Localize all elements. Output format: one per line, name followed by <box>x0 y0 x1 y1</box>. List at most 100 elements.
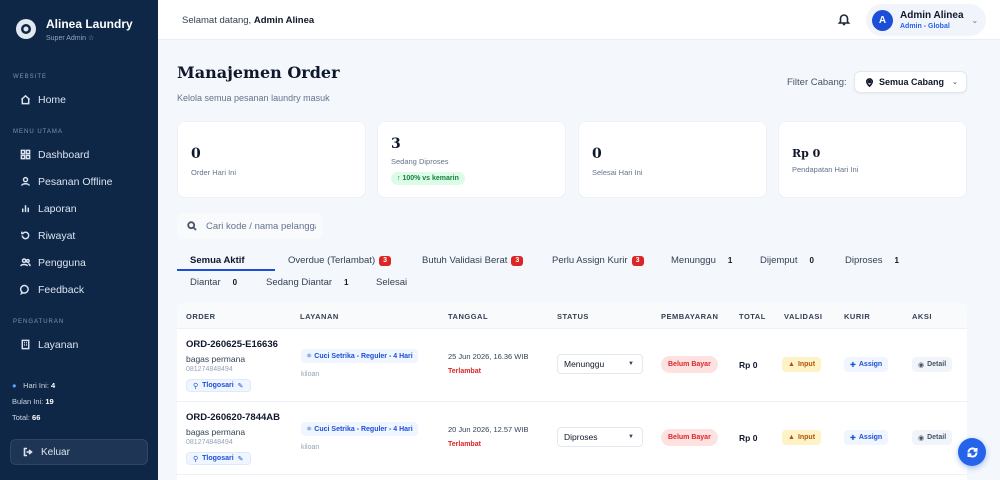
eye-icon: ◉ <box>918 361 925 369</box>
column-header: TANGGAL <box>448 312 489 321</box>
stat-total: Total: 66 <box>12 413 41 423</box>
tab-butuh-validasi-berat[interactable]: Butuh Validasi Berat 3 <box>422 255 524 266</box>
topbar: Selamat datang, Admin Alinea A Admin Ali… <box>158 0 1000 40</box>
bell-icon[interactable] <box>837 12 851 26</box>
sidebar-item-pengguna[interactable]: Pengguna <box>0 249 158 276</box>
order-code[interactable]: ORD-260620-7844AB <box>186 412 280 423</box>
tab-diproses[interactable]: Diproses 1 <box>845 255 899 266</box>
chevron-down-icon: ⌄ <box>952 79 958 86</box>
chevron-down-icon: ▼ <box>628 361 634 367</box>
user-menu[interactable]: A Admin Alinea Admin - Global ⌄ <box>866 4 986 36</box>
branch-tag[interactable]: ⚲ Tlogosari ✎ <box>186 379 251 392</box>
tab-count: 0 <box>809 256 814 265</box>
pencil-icon: ✎ <box>237 455 244 463</box>
column-header: PEMBAYARAN <box>661 312 719 321</box>
tab-perlu-assign-kurir[interactable]: Perlu Assign Kurir 3 <box>552 255 644 266</box>
user-plus-icon: ✚ <box>850 361 856 369</box>
sidebar-item-riwayat[interactable]: Riwayat <box>0 222 158 249</box>
tab-semua-aktif[interactable]: Semua Aktif <box>190 255 245 266</box>
tab-diantar[interactable]: Diantar 0 <box>190 277 237 288</box>
validation-input-button[interactable]: ▲ Input <box>782 357 822 372</box>
detail-button[interactable]: ◉ Detail <box>912 357 953 372</box>
order-code[interactable]: ORD-260625-E16636 <box>186 339 278 350</box>
service-type: kiloan <box>301 371 320 378</box>
sidebar-item-pesanan-offline[interactable]: Pesanan Offline <box>0 168 158 195</box>
stat-value: 3 <box>391 136 401 152</box>
warning-icon: ▲ <box>788 361 795 368</box>
customer-phone: 081274848494 <box>186 366 233 373</box>
column-header: VALIDASI <box>784 312 823 321</box>
sidebar: Alinea Laundry Super Admin ☆ WEBSITE Hom… <box>0 0 158 480</box>
location-pin-icon: ⚲ <box>193 382 199 390</box>
payment-badge: Belum Bayar <box>661 356 718 373</box>
sidebar-item-feedback[interactable]: Feedback <box>0 276 158 303</box>
page-subtitle: Kelola semua pesanan laundry masuk <box>177 93 330 103</box>
payment-badge: Belum Bayar <box>661 429 718 446</box>
chat-icon <box>19 284 31 296</box>
stat-value: 0 <box>191 146 201 162</box>
column-header: LAYANAN <box>300 312 339 321</box>
brand-subtitle: Super Admin ☆ <box>46 34 95 42</box>
refresh-icon <box>966 446 978 458</box>
service-tag: ⚛ Cuci Setrika - Reguler - 4 Hari <box>301 422 418 436</box>
column-header: AKSI <box>912 312 932 321</box>
section-label-website: WEBSITE <box>13 74 48 80</box>
users-icon: ● <box>12 381 17 391</box>
branch-tag[interactable]: ⚲ Tlogosari ✎ <box>186 452 251 465</box>
brand[interactable]: Alinea Laundry Super Admin ☆ <box>0 0 158 44</box>
status-select[interactable]: Diproses ▼ <box>557 427 643 447</box>
sidebar-item-laporan[interactable]: Laporan <box>0 195 158 222</box>
status-select[interactable]: Menunggu ▼ <box>557 354 643 374</box>
branch-filter-dropdown[interactable]: Semua Cabang ⌄ <box>854 71 967 93</box>
sidebar-item-label: Pesanan Offline <box>38 175 113 188</box>
order-date: 20 Jun 2026, 12.57 WIB <box>448 425 529 434</box>
stat-card-revenue-today: Rp 0 Pendapatan Hari Ini <box>778 121 967 198</box>
sidebar-item-label: Riwayat <box>38 229 76 242</box>
building-icon <box>19 339 31 351</box>
page-title: Manajemen Order <box>177 63 340 82</box>
order-total: Rp 0 <box>739 360 758 370</box>
search-input[interactable] <box>206 220 316 232</box>
avatar: A <box>872 9 893 31</box>
active-tab-indicator <box>177 269 275 271</box>
tab-count: 0 <box>232 278 238 287</box>
stat-label: Sedang Diproses <box>391 157 449 166</box>
tab-overdue[interactable]: Overdue (Terlambat) 3 <box>288 255 392 266</box>
customer-phone: 081274848494 <box>186 439 233 446</box>
validation-input-button[interactable]: ▲ Input <box>782 430 822 445</box>
tab-dijemput[interactable]: Dijemput 0 <box>760 255 814 266</box>
stat-value: Rp 0 <box>792 147 821 160</box>
tab-sedang-diantar[interactable]: Sedang Diantar 1 <box>266 277 348 288</box>
service-type: kiloan <box>301 444 320 451</box>
home-icon <box>19 94 31 106</box>
assign-courier-button[interactable]: ✚ Assign <box>844 357 889 372</box>
stat-month: Bulan Ini: 19 <box>12 397 54 407</box>
customer-name: bagas permana <box>186 354 246 364</box>
tab-count: 1 <box>344 278 349 287</box>
service-tag: ⚛ Cuci Setrika - Reguler - 4 Hari <box>301 349 418 363</box>
customer-name: bagas permana <box>186 427 246 437</box>
detail-button[interactable]: ◉ Detail <box>912 430 953 445</box>
history-icon <box>19 230 31 242</box>
logout-button[interactable]: Keluar <box>10 439 148 465</box>
stat-label: Pendapatan Hari Ini <box>792 165 859 174</box>
eye-icon: ◉ <box>918 434 925 442</box>
sidebar-item-label: Laporan <box>38 202 77 215</box>
user-name: Admin Alinea <box>900 10 964 21</box>
chevron-down-icon: ⌄ <box>971 15 979 25</box>
assign-courier-button[interactable]: ✚ Assign <box>844 430 889 445</box>
column-header: ORDER <box>186 312 216 321</box>
table-row: ORD-260625-E16636 bagas permana 08127484… <box>177 329 967 402</box>
laundry-logo-icon <box>16 19 36 39</box>
refresh-button[interactable] <box>958 438 986 466</box>
tab-selesai[interactable]: Selesai <box>376 277 407 288</box>
late-label: Terlambat <box>448 368 481 375</box>
sidebar-item-layanan[interactable]: Layanan <box>0 331 158 358</box>
sidebar-item-dashboard[interactable]: Dashboard <box>0 141 158 168</box>
sidebar-item-home[interactable]: Home <box>0 86 158 113</box>
grid-icon <box>19 149 31 161</box>
stat-card-orders-today: 0 Order Hari Ini <box>177 121 366 198</box>
order-total: Rp 0 <box>739 433 758 443</box>
count-badge: 3 <box>631 255 644 266</box>
tab-menunggu[interactable]: Menunggu 1 <box>671 255 732 266</box>
